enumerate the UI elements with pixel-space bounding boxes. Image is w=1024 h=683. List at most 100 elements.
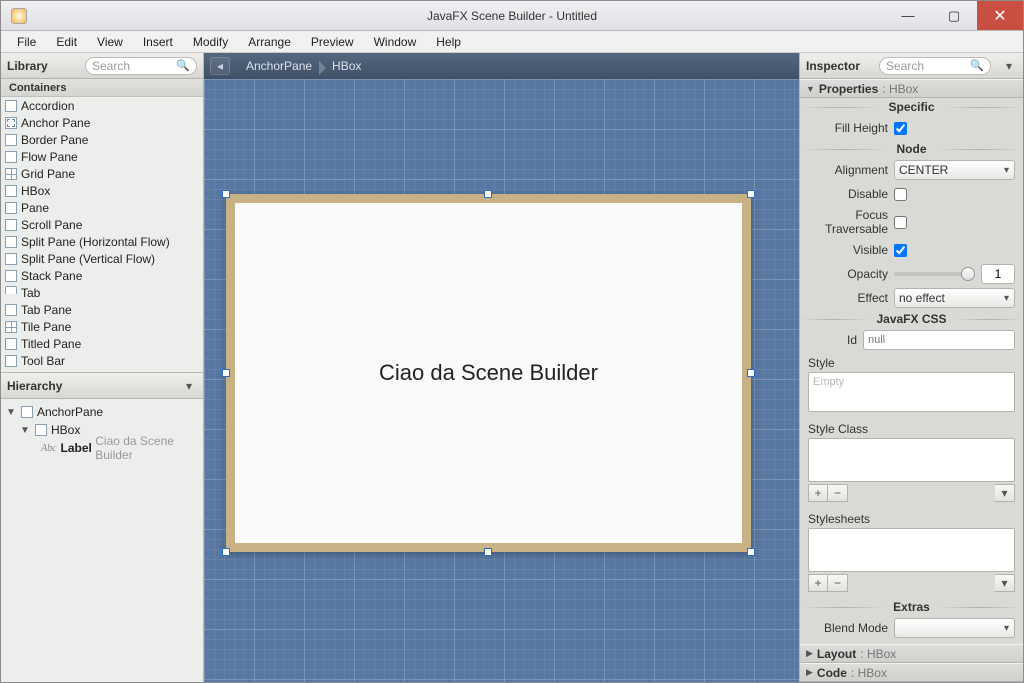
- canvas[interactable]: Ciao da Scene Builder: [204, 79, 799, 682]
- group-specific: Specific: [880, 100, 942, 114]
- hbox-icon: [35, 424, 47, 436]
- selected-hbox[interactable]: Ciao da Scene Builder: [226, 194, 751, 552]
- resize-handle-e[interactable]: [747, 369, 755, 377]
- library-title: Library: [7, 59, 48, 73]
- lib-tab[interactable]: Tab: [1, 284, 203, 301]
- disclosure-icon: ▼: [806, 84, 815, 94]
- lib-flow-pane[interactable]: Flow Pane: [1, 148, 203, 165]
- resize-handle-w[interactable]: [222, 369, 230, 377]
- resize-handle-nw[interactable]: [222, 190, 230, 198]
- chevron-down-icon[interactable]: ▾: [1001, 59, 1017, 73]
- lib-split-pane-v[interactable]: Split Pane (Vertical Flow): [1, 250, 203, 267]
- accordion-properties[interactable]: ▼ Properties : HBox: [800, 79, 1023, 98]
- stylesheets-add-button[interactable]: +: [808, 574, 828, 592]
- anchor-pane-icon: [21, 406, 33, 418]
- menu-help[interactable]: Help: [428, 33, 469, 51]
- breadcrumb-back[interactable]: ◂: [210, 57, 230, 75]
- stylesheets-remove-button[interactable]: −: [828, 574, 848, 592]
- accordion-label: Code: [817, 666, 847, 680]
- prop-blendmode-combo[interactable]: [894, 618, 1015, 638]
- abc-icon: Abc: [41, 443, 57, 454]
- lib-scroll-pane[interactable]: Scroll Pane: [1, 216, 203, 233]
- canvas-label[interactable]: Ciao da Scene Builder: [379, 360, 598, 386]
- prop-focus-traversable-label: Focus Traversable: [804, 208, 894, 236]
- resize-handle-ne[interactable]: [747, 190, 755, 198]
- menu-edit[interactable]: Edit: [48, 33, 85, 51]
- tree-label-node[interactable]: Abc Label Ciao da Scene Builder: [1, 439, 203, 457]
- lib-titled-pane[interactable]: Titled Pane: [1, 335, 203, 352]
- lib-tile-pane[interactable]: Tile Pane: [1, 318, 203, 335]
- prop-visible-checkbox[interactable]: [894, 244, 907, 257]
- styleclass-add-button[interactable]: +: [808, 484, 828, 502]
- inspector-search[interactable]: Search 🔍: [879, 57, 991, 75]
- menu-window[interactable]: Window: [366, 33, 425, 51]
- tree-anchorpane[interactable]: ▼ AnchorPane: [1, 403, 203, 421]
- prop-id-input[interactable]: [863, 330, 1015, 350]
- prop-opacity-value[interactable]: 1: [981, 264, 1015, 284]
- lib-tab-pane[interactable]: Tab Pane: [1, 301, 203, 318]
- slider-thumb[interactable]: [961, 267, 975, 281]
- resize-handle-se[interactable]: [747, 548, 755, 556]
- prop-id-label: Id: [804, 333, 863, 347]
- stylesheets-menu-button[interactable]: ▾: [995, 574, 1015, 592]
- menu-arrange[interactable]: Arrange: [240, 33, 299, 51]
- disclosure-icon[interactable]: ▼: [19, 425, 31, 436]
- titlebar: JavaFX Scene Builder - Untitled — ▢ ✕: [1, 1, 1023, 31]
- menu-modify[interactable]: Modify: [185, 33, 236, 51]
- prop-blendmode-label: Blend Mode: [804, 621, 894, 635]
- lib-split-pane-h[interactable]: Split Pane (Horizontal Flow): [1, 233, 203, 250]
- menu-file[interactable]: File: [9, 33, 44, 51]
- menu-insert[interactable]: Insert: [135, 33, 181, 51]
- styleclass-remove-button[interactable]: −: [828, 484, 848, 502]
- accordion-layout[interactable]: ▶ Layout : HBox: [800, 644, 1023, 663]
- library-search[interactable]: Search 🔍: [85, 57, 197, 75]
- tree-label: HBox: [51, 423, 80, 437]
- inspector-header: Inspector Search 🔍 ▾: [800, 53, 1023, 79]
- library-header: Library Search 🔍: [1, 53, 203, 79]
- disclosure-icon[interactable]: ▼: [5, 407, 17, 418]
- inspector-title: Inspector: [806, 59, 860, 73]
- chevron-down-icon[interactable]: ▾: [181, 379, 197, 393]
- menu-view[interactable]: View: [89, 33, 131, 51]
- lib-tool-bar[interactable]: Tool Bar: [1, 352, 203, 369]
- library-search-placeholder: Search: [92, 59, 130, 73]
- prop-effect-combo[interactable]: no effect: [894, 288, 1015, 308]
- prop-focus-traversable-checkbox[interactable]: [894, 216, 907, 229]
- artboard-content[interactable]: Ciao da Scene Builder: [235, 203, 742, 543]
- hierarchy-header: Hierarchy ▾: [1, 373, 203, 399]
- prop-disable-checkbox[interactable]: [894, 188, 907, 201]
- inspector-body[interactable]: Specific Fill Height Node Alignment CENT…: [800, 98, 1023, 644]
- prop-style-label: Style: [800, 352, 1023, 372]
- lib-stack-pane[interactable]: Stack Pane: [1, 267, 203, 284]
- window-title: JavaFX Scene Builder - Untitled: [1, 9, 1023, 23]
- accordion-code[interactable]: ▶ Code : HBox: [800, 663, 1023, 682]
- disclosure-icon: ▶: [806, 648, 813, 659]
- prop-fill-height-label: Fill Height: [804, 121, 894, 135]
- resize-handle-sw[interactable]: [222, 548, 230, 556]
- breadcrumb-anchorpane[interactable]: AnchorPane: [236, 59, 322, 73]
- breadcrumb-hbox[interactable]: HBox: [322, 59, 371, 73]
- menu-preview[interactable]: Preview: [303, 33, 362, 51]
- prop-style-input[interactable]: Empty: [808, 372, 1015, 412]
- prop-opacity-slider[interactable]: [894, 272, 975, 276]
- lib-pane[interactable]: Pane: [1, 199, 203, 216]
- prop-alignment-label: Alignment: [804, 163, 894, 177]
- prop-styleclass-list[interactable]: [808, 438, 1015, 482]
- lib-hbox[interactable]: HBox: [1, 182, 203, 199]
- library-list[interactable]: Accordion Anchor Pane Border Pane Flow P…: [1, 97, 203, 372]
- lib-grid-pane[interactable]: Grid Pane: [1, 165, 203, 182]
- tree-label-type: Label: [61, 441, 92, 455]
- prop-fill-height-checkbox[interactable]: [894, 122, 907, 135]
- prop-stylesheets-list[interactable]: [808, 528, 1015, 572]
- tree-label: AnchorPane: [37, 405, 103, 419]
- styleclass-menu-button[interactable]: ▾: [995, 484, 1015, 502]
- lib-accordion[interactable]: Accordion: [1, 97, 203, 114]
- resize-handle-n[interactable]: [484, 190, 492, 198]
- lib-anchor-pane[interactable]: Anchor Pane: [1, 114, 203, 131]
- prop-alignment-combo[interactable]: CENTER: [894, 160, 1015, 180]
- resize-handle-s[interactable]: [484, 548, 492, 556]
- prop-effect-label: Effect: [804, 291, 894, 305]
- hierarchy-title: Hierarchy: [7, 379, 62, 393]
- hierarchy-tree[interactable]: ▼ AnchorPane ▼ HBox Abc Label Ciao da Sc…: [1, 399, 203, 682]
- lib-border-pane[interactable]: Border Pane: [1, 131, 203, 148]
